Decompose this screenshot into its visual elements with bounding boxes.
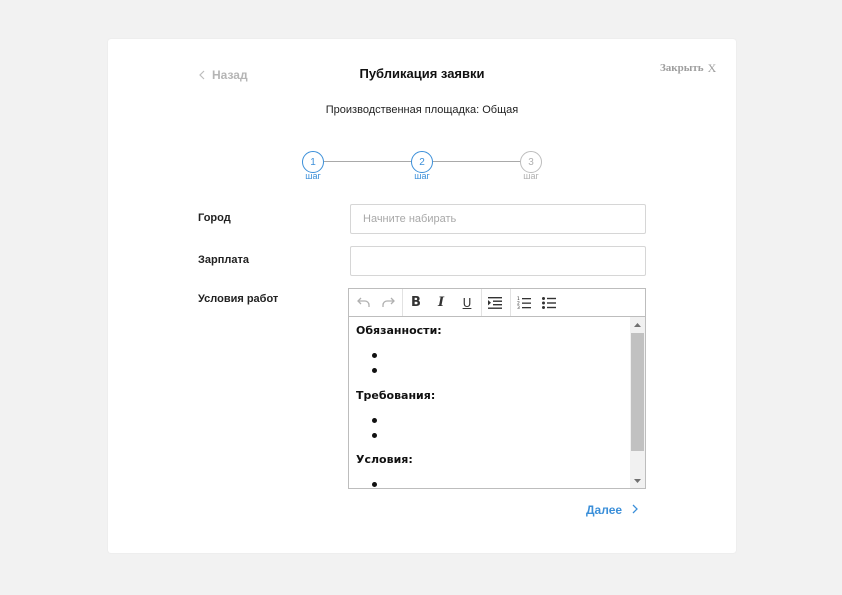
numbered-list-icon[interactable]: 123 [516,295,532,310]
svg-text:3: 3 [517,305,520,309]
editor-toolbar: B I U 123 [349,289,645,317]
editor-scrollbar[interactable] [630,317,645,488]
conditions-heading: Условия: [356,453,413,466]
redo-icon[interactable] [380,295,396,310]
editor-content[interactable]: Обязанности: Требования: Условия: [349,317,629,488]
italic-icon[interactable]: I [433,295,449,310]
list-bullet [372,433,377,438]
close-icon: X [707,60,717,75]
toolbar-divider [510,289,511,316]
chevron-left-icon [199,70,205,80]
toolbar-divider [402,289,403,316]
close-label: Закрыть [660,62,704,74]
step-2-caption: шаг [414,171,430,181]
dialog-title: Публикация заявки [359,66,485,81]
duties-heading: Обязанности: [356,324,442,337]
step-1-circle[interactable]: 1 [302,151,324,173]
scroll-down-arrow-icon[interactable] [630,473,645,488]
city-input[interactable] [350,204,646,234]
rich-text-editor[interactable]: B I U 123 Обязанности: Требования: Услов… [348,288,646,489]
step-connector [324,161,412,162]
back-label: Назад [212,68,248,82]
next-button[interactable]: Далее [586,502,638,518]
toolbar-divider [481,289,482,316]
publication-dialog: Назад Публикация заявки Закрыть X Произв… [108,39,736,553]
undo-icon[interactable] [355,295,371,310]
step-2-circle[interactable]: 2 [411,151,433,173]
close-button[interactable]: Закрыть X [660,61,716,75]
conditions-label: Условия работ [198,293,279,305]
underline-icon[interactable]: U [459,295,475,310]
list-bullet [372,418,377,423]
bold-icon[interactable]: B [408,295,424,310]
salary-label: Зарплата [198,254,249,266]
scrollbar-thumb[interactable] [631,333,644,451]
step-connector [433,161,521,162]
step-1-caption: шаг [305,171,321,181]
scroll-up-arrow-icon[interactable] [630,317,645,332]
requirements-heading: Требования: [356,389,436,402]
bulleted-list-icon[interactable] [541,295,557,310]
salary-input[interactable] [350,246,646,276]
list-bullet [372,482,377,487]
list-bullet [372,353,377,358]
back-button[interactable]: Назад [199,67,248,83]
list-bullet [372,368,377,373]
indent-icon[interactable] [487,295,503,310]
stepper: 1 шаг 2 шаг 3 шаг [108,151,736,185]
city-label: Город [198,212,231,224]
chevron-right-icon [632,503,638,517]
production-site-subtitle: Производственная площадка: Общая [325,104,519,116]
step-3-caption: шаг [523,171,539,181]
next-label: Далее [586,503,623,517]
step-3-circle[interactable]: 3 [520,151,542,173]
